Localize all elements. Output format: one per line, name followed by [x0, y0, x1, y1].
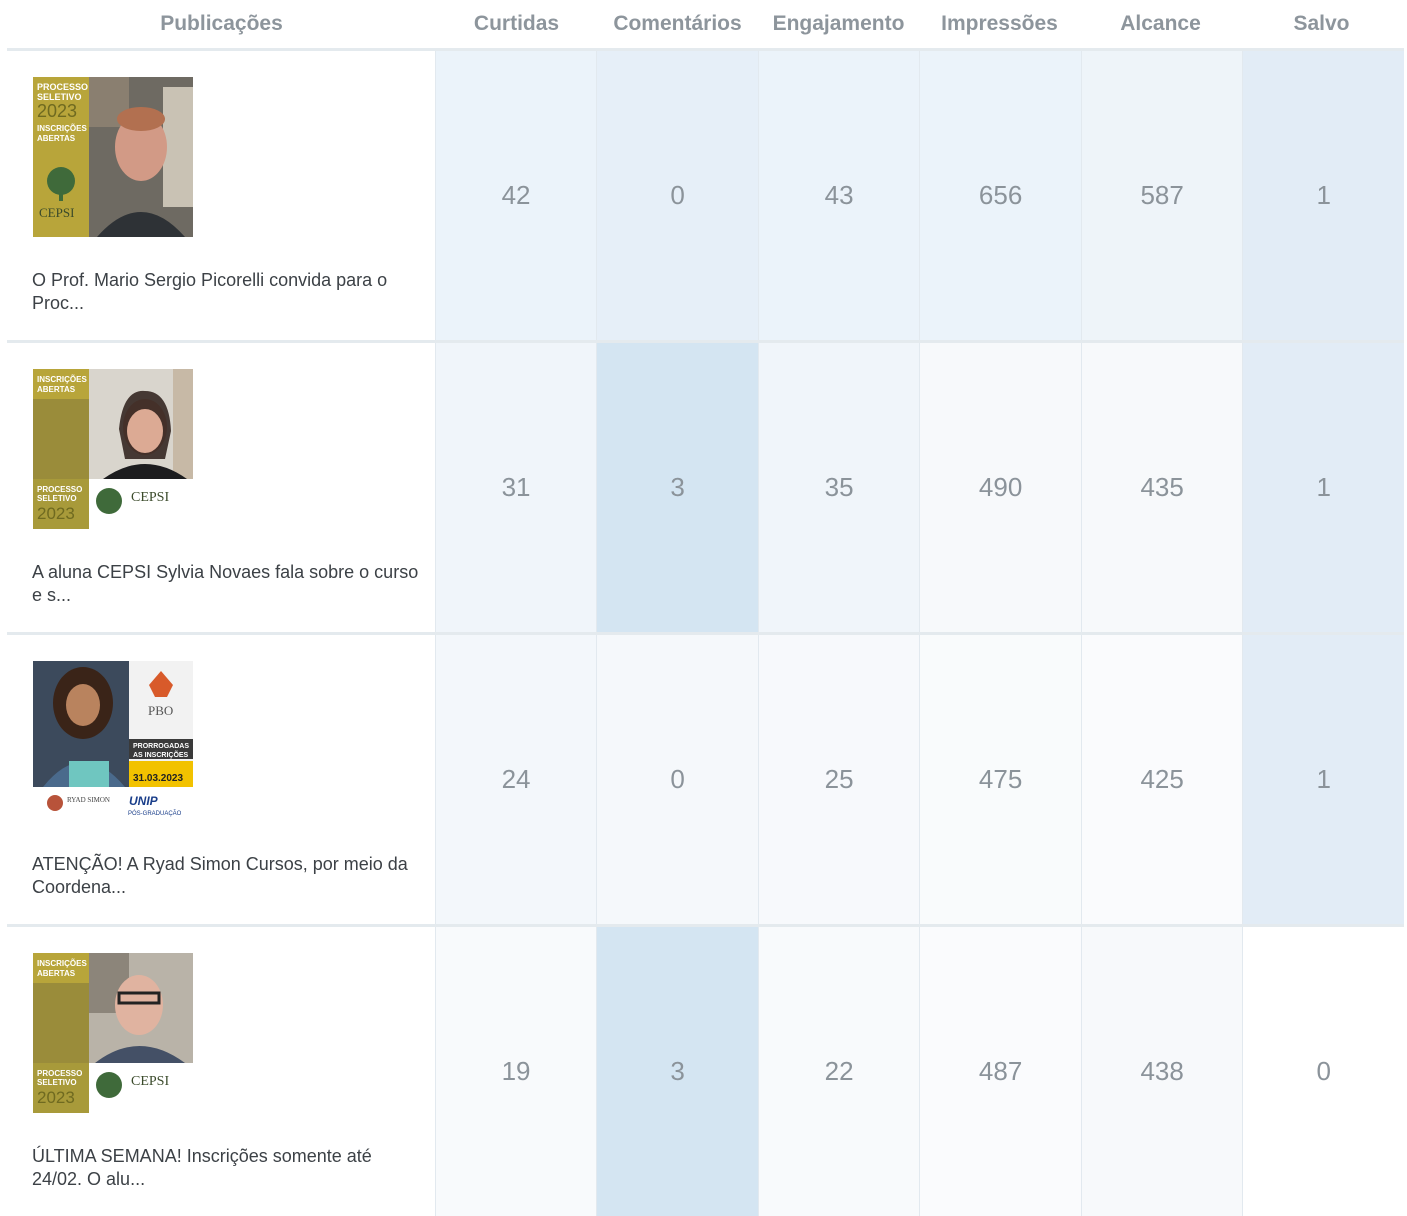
- svg-text:INSCRIÇÕES: INSCRIÇÕES: [37, 959, 87, 968]
- svg-text:ABERTAS: ABERTAS: [37, 385, 76, 394]
- curtidas-value: 42: [434, 51, 597, 340]
- svg-text:UNIP: UNIP: [129, 794, 159, 808]
- comentarios-value: 3: [596, 343, 758, 632]
- impressoes-value: 656: [919, 51, 1081, 340]
- header-alcance[interactable]: Alcance: [1080, 12, 1241, 36]
- svg-text:2023: 2023: [37, 101, 77, 121]
- header-curtidas[interactable]: Curtidas: [436, 12, 597, 36]
- post-thumbnail[interactable]: PBO PRORROGADAS AS INSCRIÇÕES 31.03.2023…: [33, 661, 193, 821]
- header-impressoes[interactable]: Impressões: [919, 12, 1080, 36]
- publication-cell[interactable]: CEPSI INSCRIÇÕES ABERTAS PROCESSO SELETI…: [7, 343, 435, 632]
- comentarios-value: 3: [596, 927, 758, 1216]
- header-comentarios[interactable]: Comentários: [597, 12, 758, 36]
- posts-table: Publicações Curtidas Comentários Engajam…: [7, 0, 1404, 1216]
- salvo-value: 1: [1242, 51, 1404, 340]
- svg-text:2023: 2023: [37, 504, 75, 523]
- alcance-value: 425: [1080, 635, 1243, 924]
- svg-text:31.03.2023: 31.03.2023: [133, 773, 183, 784]
- header-engajamento[interactable]: Engajamento: [758, 12, 919, 36]
- svg-text:PBO: PBO: [148, 703, 173, 718]
- table-row[interactable]: CEPSI INSCRIÇÕES ABERTAS PROCESSO SELETI…: [7, 343, 1404, 635]
- svg-text:AS INSCRIÇÕES: AS INSCRIÇÕES: [133, 750, 189, 759]
- svg-text:INSCRIÇÕES: INSCRIÇÕES: [37, 375, 87, 384]
- svg-text:RYAD SIMON: RYAD SIMON: [67, 796, 110, 804]
- svg-text:PROCESSO: PROCESSO: [37, 1069, 82, 1078]
- salvo-value: 0: [1242, 927, 1404, 1216]
- curtidas-value: 31: [434, 343, 597, 632]
- impressoes-value: 487: [919, 927, 1081, 1216]
- header-salvo[interactable]: Salvo: [1241, 12, 1402, 36]
- salvo-value: 1: [1242, 635, 1404, 924]
- svg-text:CEPSI: CEPSI: [131, 490, 169, 505]
- svg-text:2023: 2023: [37, 1088, 75, 1107]
- impressoes-value: 490: [919, 343, 1081, 632]
- comentarios-value: 0: [596, 51, 758, 340]
- publication-cell[interactable]: PBO PRORROGADAS AS INSCRIÇÕES 31.03.2023…: [7, 635, 435, 924]
- alcance-value: 587: [1080, 51, 1243, 340]
- post-caption: O Prof. Mario Sergio Picorelli convida p…: [32, 270, 388, 313]
- post-thumbnail[interactable]: PROCESSO SELETIVO 2023 INSCRIÇÕES ABERTA…: [33, 77, 193, 237]
- svg-text:PRORROGADAS: PRORROGADAS: [133, 743, 189, 750]
- engajamento-value: 25: [757, 635, 920, 924]
- post-caption: ÚLTIMA SEMANA! Inscrições somente até 24…: [32, 1146, 372, 1189]
- svg-text:ABERTAS: ABERTAS: [37, 134, 76, 143]
- svg-text:ABERTAS: ABERTAS: [37, 969, 76, 978]
- svg-text:CEPSI: CEPSI: [39, 205, 74, 220]
- alcance-value: 438: [1080, 927, 1243, 1216]
- post-caption: A aluna CEPSI Sylvia Novaes fala sobre o…: [32, 562, 419, 605]
- table-row[interactable]: PROCESSO SELETIVO 2023 INSCRIÇÕES ABERTA…: [7, 51, 1404, 343]
- engajamento-value: 22: [757, 927, 920, 1216]
- svg-text:SELETIVO: SELETIVO: [37, 494, 77, 503]
- salvo-value: 1: [1242, 343, 1404, 632]
- engajamento-value: 35: [757, 343, 920, 632]
- svg-text:PROCESSO: PROCESSO: [37, 485, 82, 494]
- table-header: Publicações Curtidas Comentários Engajam…: [7, 0, 1404, 51]
- publication-cell[interactable]: PROCESSO SELETIVO 2023 INSCRIÇÕES ABERTA…: [7, 51, 435, 340]
- curtidas-value: 24: [434, 635, 597, 924]
- svg-text:PÓS-GRADUAÇÃO: PÓS-GRADUAÇÃO: [128, 810, 182, 817]
- post-thumbnail[interactable]: CEPSI INSCRIÇÕES ABERTAS PROCESSO SELETI…: [33, 369, 193, 529]
- svg-text:INSCRIÇÕES: INSCRIÇÕES: [37, 124, 87, 133]
- table-row[interactable]: PBO PRORROGADAS AS INSCRIÇÕES 31.03.2023…: [7, 635, 1404, 927]
- comentarios-value: 0: [596, 635, 758, 924]
- curtidas-value: 19: [434, 927, 597, 1216]
- engajamento-value: 43: [757, 51, 920, 340]
- svg-text:SELETIVO: SELETIVO: [37, 1078, 77, 1087]
- table-row[interactable]: CEPSI INSCRIÇÕES ABERTAS PROCESSO SELETI…: [7, 927, 1404, 1216]
- publication-cell[interactable]: CEPSI INSCRIÇÕES ABERTAS PROCESSO SELETI…: [7, 927, 435, 1216]
- svg-text:CEPSI: CEPSI: [131, 1074, 169, 1089]
- alcance-value: 435: [1080, 343, 1243, 632]
- post-caption: ATENÇÃO! A Ryad Simon Cursos, por meio d…: [32, 854, 408, 897]
- impressoes-value: 475: [919, 635, 1081, 924]
- svg-text:PROCESSO: PROCESSO: [37, 82, 88, 92]
- header-publicacoes[interactable]: Publicações: [7, 12, 436, 36]
- post-thumbnail[interactable]: CEPSI INSCRIÇÕES ABERTAS PROCESSO SELETI…: [33, 953, 193, 1113]
